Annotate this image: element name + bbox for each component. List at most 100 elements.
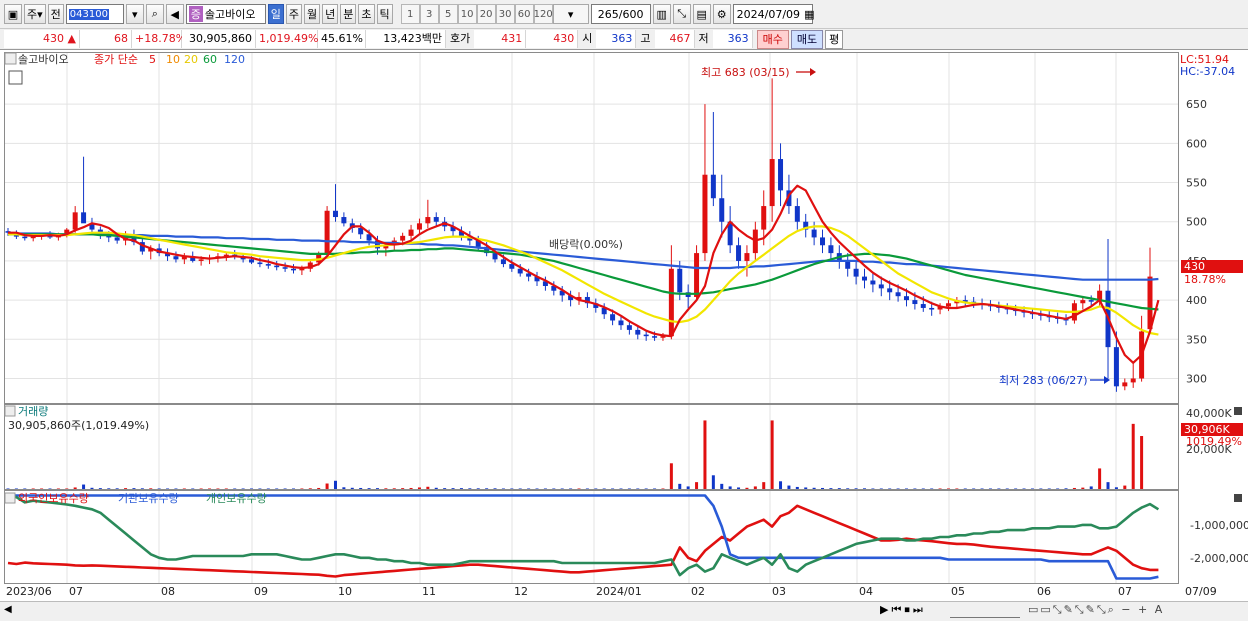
price-tag: 430 — [1184, 260, 1205, 273]
price-tag-rate: 18.78% — [1184, 273, 1226, 286]
prev-button[interactable]: 전 — [47, 4, 64, 24]
x-axis-label: 07 — [1118, 585, 1132, 598]
x-axis-label: 11 — [422, 585, 436, 598]
period-day-button[interactable]: 일 — [267, 4, 284, 24]
count-field[interactable]: 265/600 — [590, 4, 651, 24]
candle-body — [517, 268, 523, 274]
candle-body — [332, 210, 338, 218]
candle-body — [626, 325, 632, 330]
volume-bar — [48, 488, 52, 489]
volume-bar — [241, 488, 245, 489]
volume-bar — [804, 487, 808, 489]
period-tick-button[interactable]: 틱 — [376, 4, 393, 24]
volume-value: 30,905,860 — [182, 30, 256, 48]
ma-legend-10: 10 — [166, 53, 180, 66]
volume-bar — [73, 487, 77, 489]
sell-button[interactable]: 매도 — [790, 29, 824, 49]
scroll-left-icon[interactable]: ◀ — [4, 604, 12, 615]
minute-3[interactable]: 3 — [419, 4, 439, 24]
volume-bar — [1106, 482, 1110, 489]
stock-chart[interactable]: 300350400450500550600650 2023/0607080910… — [0, 51, 1248, 601]
candle-body — [702, 174, 708, 254]
volume-bar — [762, 482, 766, 489]
playback-controls[interactable]: ▶⏮⏹⏭ — [880, 603, 926, 617]
volume-bar — [602, 488, 606, 489]
chart-scrollbar[interactable]: ◀ ▶⏮⏹⏭ ▭▭⤡✎⤡✎⤡⌕ − + A — [0, 601, 1248, 621]
volume-bar — [518, 488, 522, 489]
price-value: 430 ▲ — [4, 30, 80, 48]
volume-bar — [678, 483, 682, 489]
code-input[interactable]: 043100 — [65, 4, 124, 24]
calculator-icon[interactable] — [8, 70, 23, 85]
date-field[interactable]: 2024/07/09 ▦ — [732, 4, 814, 24]
candle-body — [173, 256, 179, 260]
high-label: 고 — [636, 30, 655, 48]
candle-body — [1113, 347, 1119, 387]
view-tools[interactable]: ▭▭⤡✎⤡✎⤡⌕ − + A — [1028, 603, 1164, 617]
flat-button[interactable]: 평 — [825, 29, 844, 49]
volume-bar — [292, 488, 295, 489]
volume-bar — [955, 488, 959, 489]
minute-30[interactable]: 30 — [495, 4, 515, 24]
high-value: 467 — [654, 30, 695, 48]
settings-icon[interactable]: ⚙ — [712, 4, 731, 24]
volume-bar — [65, 488, 69, 489]
period-week-button[interactable]: 주 — [285, 4, 303, 24]
volume-close-icon[interactable] — [1234, 407, 1242, 415]
minute-1[interactable]: 1 — [400, 4, 420, 24]
x-axis-label: 12 — [514, 585, 528, 598]
dividend-note: 배당락(0.00%) — [549, 238, 623, 251]
buy-button[interactable]: 매수 — [756, 29, 789, 49]
volume-bar — [1098, 468, 1102, 489]
minute-60[interactable]: 60 — [514, 4, 534, 24]
candle-body — [744, 253, 750, 261]
holdings-close-icon[interactable] — [1234, 494, 1242, 502]
volume-bar — [325, 483, 329, 489]
candle-type-icon[interactable]: ▥ — [652, 4, 671, 24]
candle-body — [1130, 378, 1136, 383]
x-axis-label: 08 — [161, 585, 175, 598]
stock-name-field[interactable]: 증 솔고바이오 — [185, 4, 266, 24]
candle-body — [895, 292, 901, 297]
dropdown-icon[interactable]: ▾ — [125, 4, 144, 24]
candle-body — [1088, 300, 1094, 302]
volume-bar — [82, 484, 86, 489]
volume-bar — [1089, 486, 1093, 489]
candle-body — [249, 259, 255, 263]
volume-bar — [1047, 488, 1051, 489]
volume-bar — [140, 488, 144, 489]
period-minute-button[interactable]: 분 — [340, 4, 357, 24]
x-axis-label: 06 — [1037, 585, 1051, 598]
volume-bar — [40, 488, 44, 489]
minute-10[interactable]: 10 — [457, 4, 477, 24]
save-icon[interactable]: ▤ — [692, 4, 711, 24]
candle-body — [509, 264, 515, 269]
draw-tool-icon[interactable]: ⤡ — [672, 4, 691, 24]
volume-bar — [594, 488, 598, 489]
minute-20[interactable]: 20 — [476, 4, 496, 24]
speaker-icon[interactable]: ◀ — [165, 4, 184, 24]
volume-bar — [946, 488, 950, 489]
x-axis-label: 10 — [338, 585, 352, 598]
market-select[interactable]: 주 ▾ — [24, 4, 46, 24]
volume-bar — [703, 420, 707, 489]
period-month-button[interactable]: 월 — [304, 4, 321, 24]
minute-custom-select[interactable]: ▾ — [552, 4, 589, 24]
window-icon[interactable]: ▣ — [4, 4, 22, 24]
holdings-axis-1m: -1,000,000 — [1190, 519, 1248, 532]
price-tick-label: 500 — [1186, 216, 1207, 229]
period-year-button[interactable]: 년 — [322, 4, 339, 24]
candle-body — [72, 212, 78, 230]
candle-body — [761, 206, 767, 230]
minute-5[interactable]: 5 — [438, 4, 458, 24]
minute-120[interactable]: 120 — [534, 4, 553, 24]
volume-bar — [527, 488, 531, 489]
candle-body — [920, 304, 926, 308]
search-icon[interactable]: ⌕ — [145, 4, 164, 24]
zoom-slider[interactable] — [950, 604, 1020, 618]
volume-bar — [308, 488, 312, 489]
volume-bar — [476, 488, 480, 489]
volume-bar — [863, 488, 866, 489]
period-second-button[interactable]: 초 — [358, 4, 375, 24]
volume-bar — [485, 488, 489, 489]
